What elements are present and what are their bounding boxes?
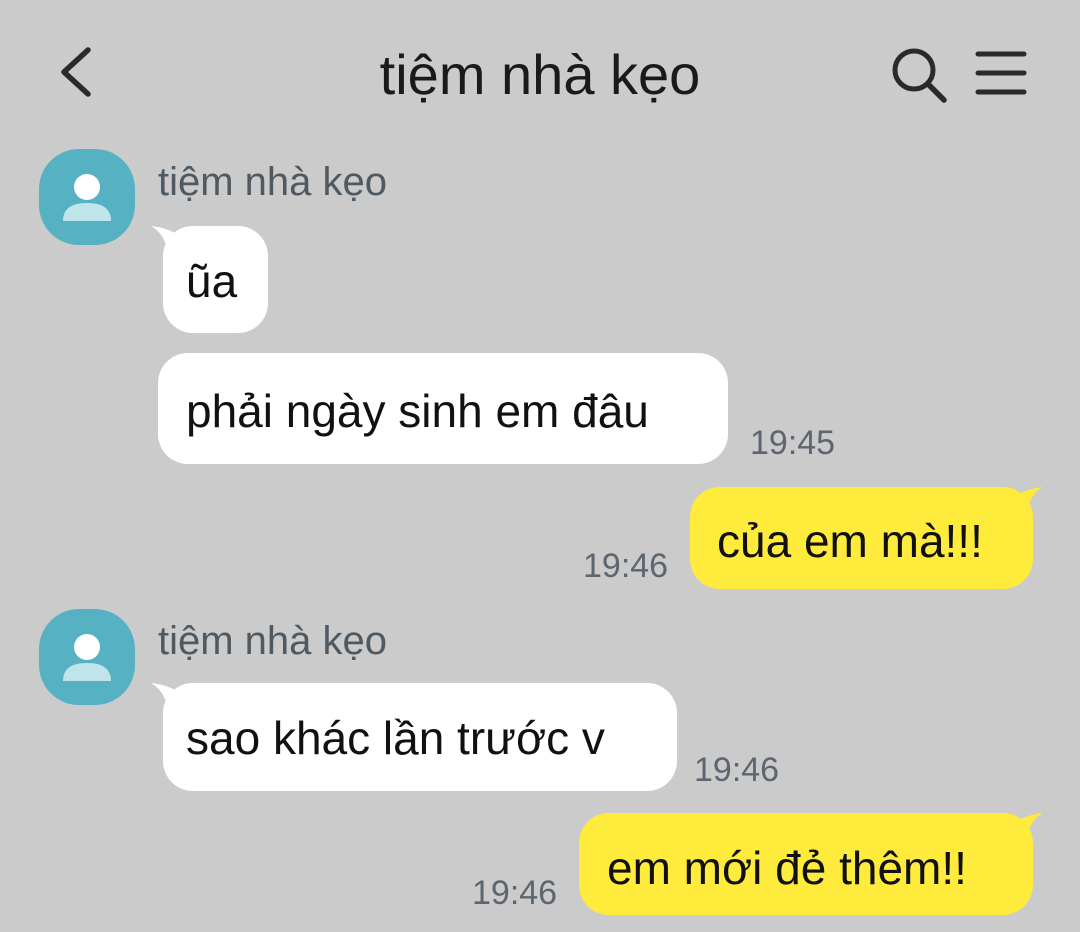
outgoing-message-bubble[interactable]: em mới đẻ thêm!! [579,813,1043,915]
search-icon [892,48,947,103]
user-icon [63,174,111,221]
avatar[interactable] [39,609,135,705]
message-timestamp: 19:45 [750,424,836,462]
message-timestamp: 19:46 [694,751,780,789]
chevron-left-icon [61,47,91,97]
sender-name: tiệm nhà kẹo [158,619,388,663]
sender-name: tiệm nhà kẹo [158,160,388,204]
chat-title: tiệm nhà kẹo [379,43,701,106]
incoming-message-bubble[interactable]: ũa [151,226,268,333]
message-timestamp: 19:46 [472,874,558,912]
message-text: phải ngày sinh em đâu [186,385,649,437]
message-timestamp: 19:46 [583,547,669,585]
hamburger-menu-icon [975,51,1027,95]
user-icon [63,634,111,681]
back-button[interactable] [50,40,106,104]
bubble-tail [1003,813,1043,853]
message-text: của em mà!!! [717,515,983,567]
message-text: ũa [186,255,238,307]
bubble-tail [1003,487,1043,527]
bubble-tail [151,226,191,266]
outgoing-message-bubble[interactable]: của em mà!!! [690,487,1043,589]
message-text: em mới đẻ thêm!! [607,842,967,894]
incoming-message-bubble[interactable]: sao khác lần trước v [151,683,677,791]
menu-button[interactable] [970,46,1032,102]
search-button[interactable] [886,42,952,108]
message-text: sao khác lần trước v [186,712,605,764]
incoming-message-bubble[interactable]: phải ngày sinh em đâu [158,353,728,464]
bubble-tail [151,683,191,723]
chat-header: tiệm nhà kẹo [0,0,1080,140]
avatar[interactable] [39,149,135,245]
